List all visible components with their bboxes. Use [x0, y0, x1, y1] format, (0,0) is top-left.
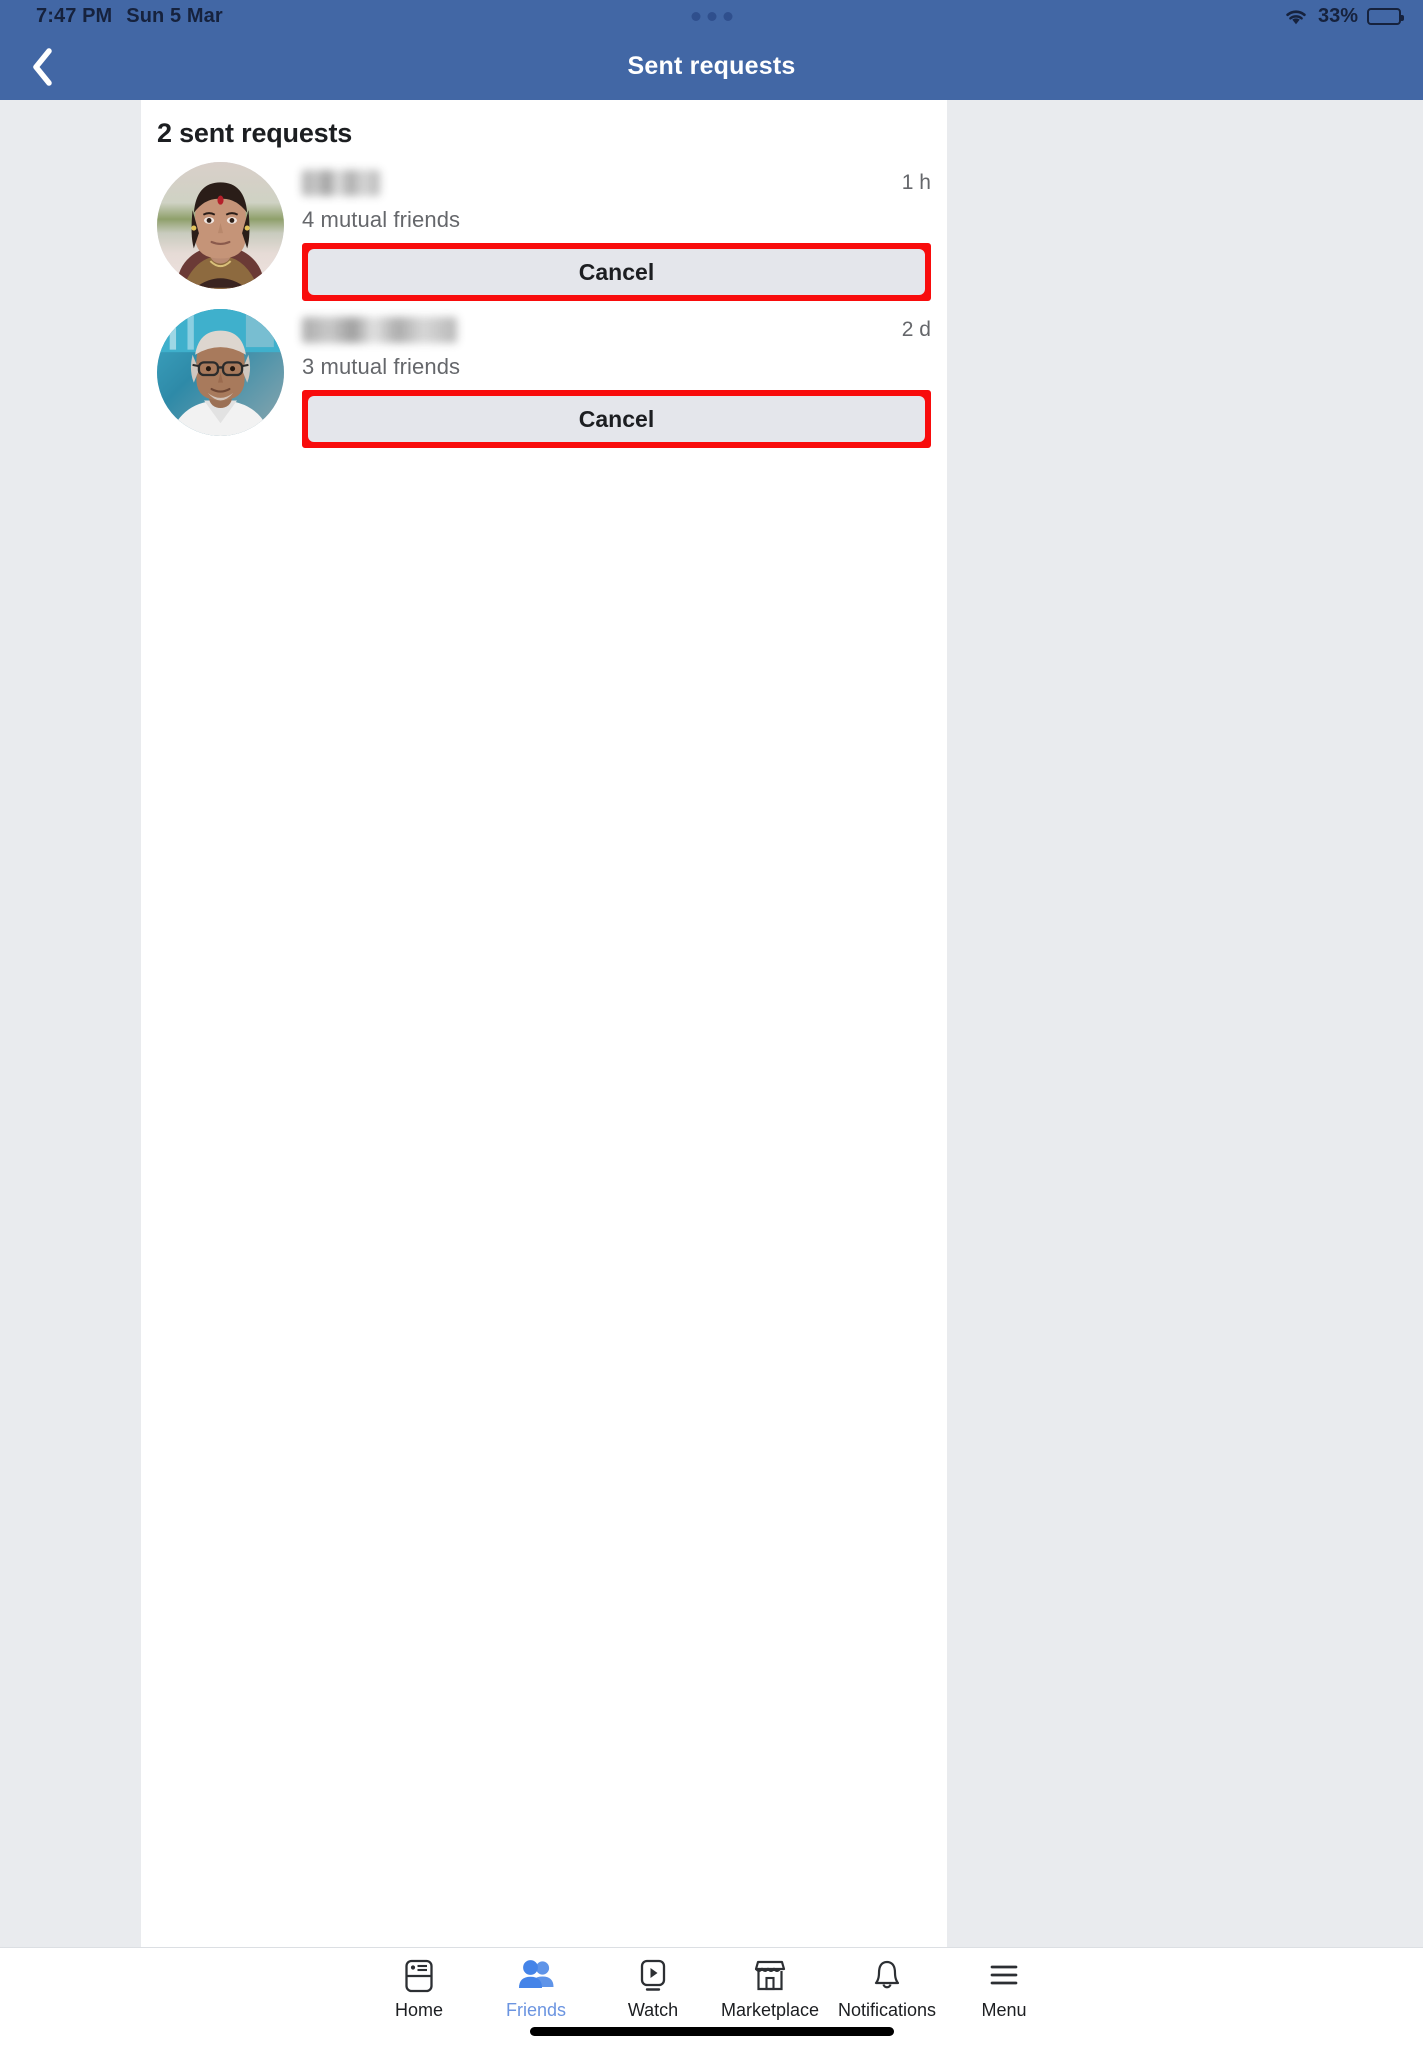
- list-item-topline: 2 d: [302, 317, 931, 343]
- chevron-left-icon: [33, 47, 52, 86]
- bell-icon: [872, 1958, 902, 1994]
- list-item-topline: 1 h: [302, 170, 931, 196]
- hamburger-menu-icon: [988, 1958, 1020, 1994]
- battery-percent-label: 33%: [1317, 5, 1358, 27]
- cancel-button[interactable]: Cancel: [308, 249, 925, 295]
- tab-label: Menu: [981, 2000, 1027, 2020]
- avatar-woman-sari[interactable]: [157, 162, 284, 289]
- status-date: Sun 5 Mar: [126, 5, 223, 27]
- sent-requests-list: 1 h 4 mutual friends Cancel 2 d 3 mutual…: [141, 162, 947, 448]
- tab-marketplace[interactable]: Marketplace: [712, 1958, 829, 2021]
- list-item[interactable]: 2 d 3 mutual friends Cancel: [141, 309, 947, 448]
- app-screen: 7:47 PM Sun 5 Mar 33% Sent requests 2 se…: [0, 0, 1423, 2048]
- tab-label: Marketplace: [720, 2000, 820, 2020]
- status-bar-left: 7:47 PM Sun 5 Mar: [36, 5, 223, 28]
- list-item-body: 2 d 3 mutual friends Cancel: [302, 309, 931, 448]
- cancel-button[interactable]: Cancel: [308, 396, 925, 442]
- tab-label: Notifications: [837, 2000, 937, 2020]
- tab-friends[interactable]: Friends: [478, 1958, 595, 2021]
- status-time: 7:47 PM: [36, 5, 113, 27]
- request-timestamp: 2 d: [901, 318, 931, 341]
- tab-label: Friends: [505, 2000, 567, 2020]
- tab-notifications[interactable]: Notifications: [829, 1958, 946, 2021]
- battery-icon: [1367, 8, 1404, 25]
- marketplace-icon: [754, 1958, 786, 1994]
- tab-label: Home: [394, 2000, 443, 2020]
- sent-requests-heading: 2 sent requests: [157, 118, 353, 148]
- wifi-icon: [1286, 10, 1306, 25]
- person-name-redacted: [302, 170, 380, 196]
- cancel-button-highlight: Cancel: [302, 243, 931, 301]
- request-timestamp: 1 h: [901, 171, 931, 194]
- page-title: Sent requests: [627, 52, 796, 80]
- three-dots-icon: [691, 12, 732, 21]
- person-name-redacted: [302, 317, 457, 343]
- tab-watch[interactable]: Watch: [595, 1958, 712, 2021]
- mutual-friends-label: 3 mutual friends: [302, 354, 461, 379]
- home-indicator: [529, 2027, 894, 2036]
- list-item-body: 1 h 4 mutual friends Cancel: [302, 162, 931, 301]
- bottom-tab-bar: Home Friends Watch Marketplace Notificat…: [0, 1947, 1423, 2048]
- watch-play-icon: [638, 1958, 668, 1994]
- back-button[interactable]: [14, 39, 70, 95]
- status-bar: 7:47 PM Sun 5 Mar 33%: [0, 0, 1423, 33]
- avatar-elderly-man[interactable]: [157, 309, 284, 436]
- mutual-friends-label: 4 mutual friends: [302, 207, 461, 232]
- tab-home[interactable]: Home: [361, 1958, 478, 2021]
- status-bar-right: 33%: [1283, 5, 1404, 28]
- list-item[interactable]: 1 h 4 mutual friends Cancel: [141, 162, 947, 301]
- friends-icon: [518, 1958, 554, 1994]
- content-sheet: 2 sent requests 1 h 4 mutual friends Can…: [141, 100, 947, 1947]
- tab-label: Watch: [627, 2000, 679, 2020]
- home-feed-icon: [404, 1958, 434, 1994]
- app-header: Sent requests: [0, 33, 1423, 100]
- cancel-button-highlight: Cancel: [302, 390, 931, 448]
- tab-menu[interactable]: Menu: [946, 1958, 1063, 2021]
